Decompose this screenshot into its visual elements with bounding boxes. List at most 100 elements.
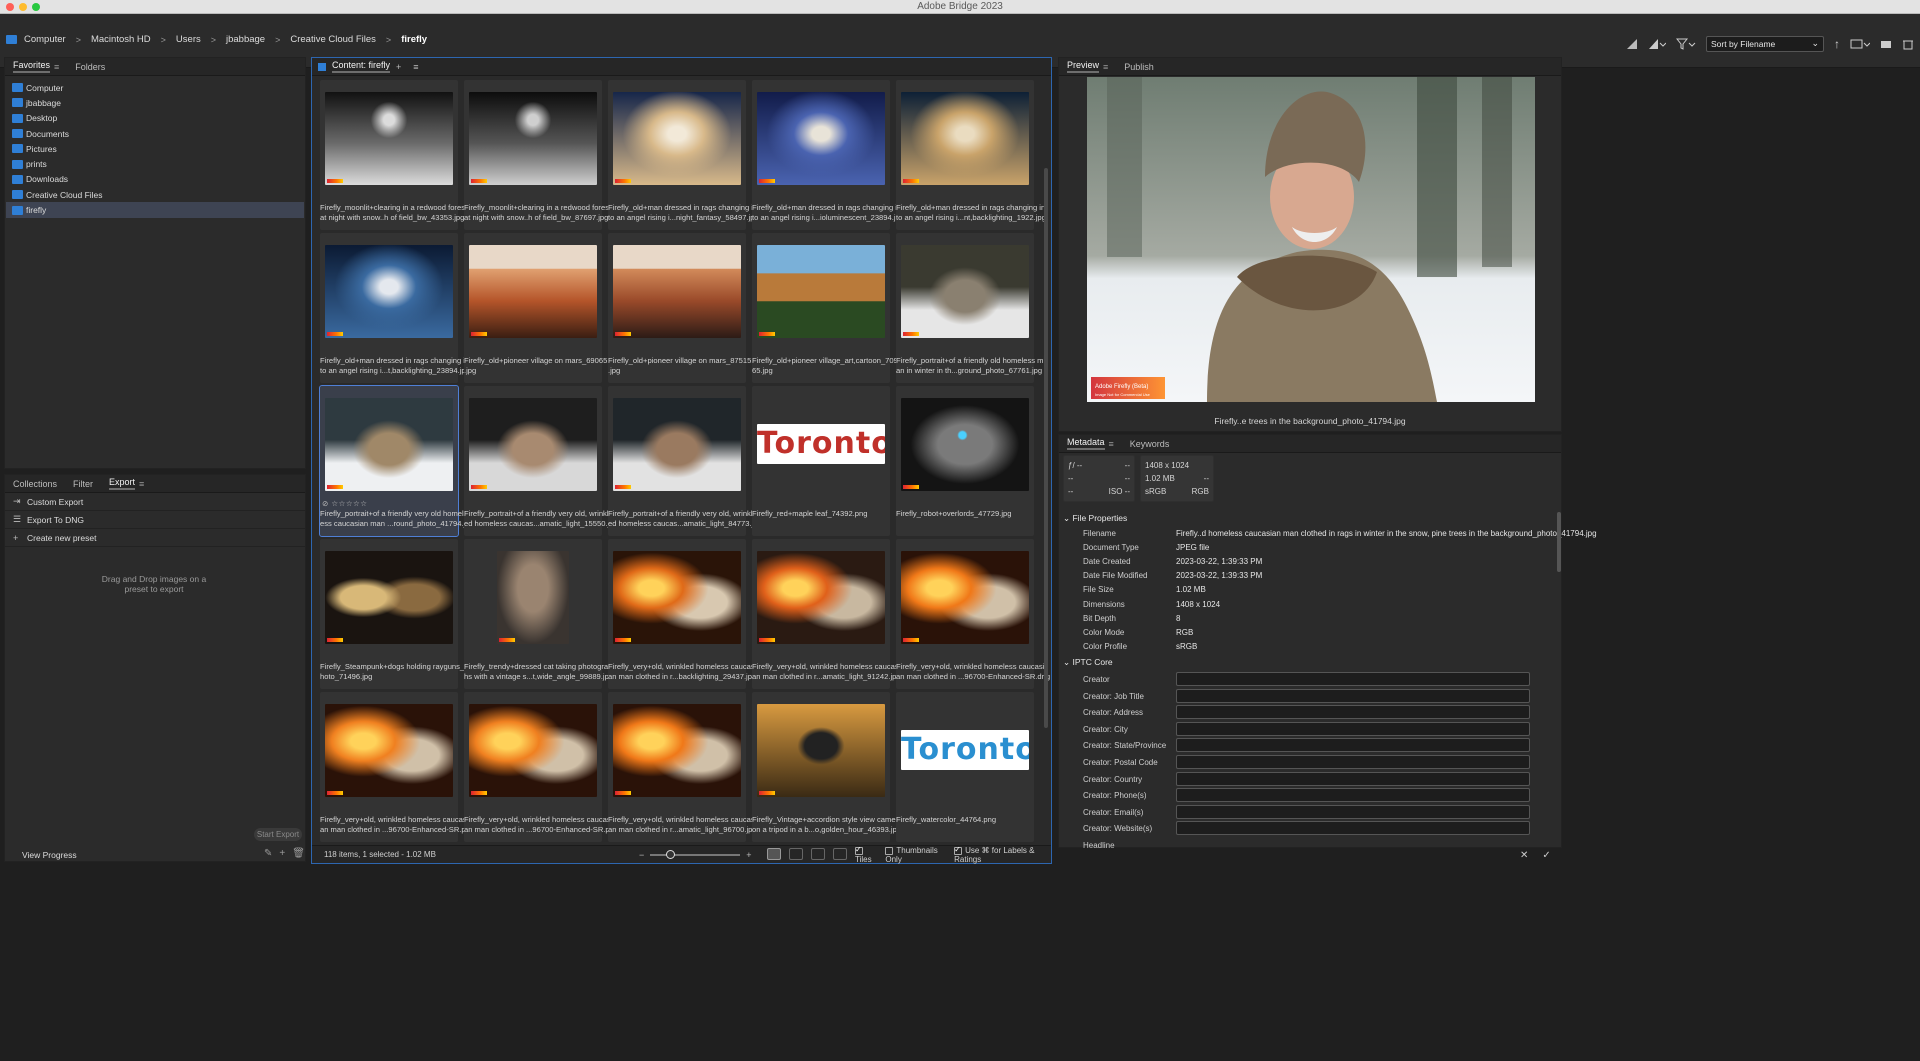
thumbnail-image[interactable] <box>325 92 453 185</box>
thumbnail-view-icon[interactable] <box>789 848 803 860</box>
breadcrumb-item[interactable]: Users <box>176 34 201 45</box>
favorite-item[interactable]: Creative Cloud Files <box>6 187 304 202</box>
favorite-item[interactable]: jbabbage <box>6 95 304 110</box>
thumbnail-cell[interactable]: Firefly_old+pioneer village on mars_6906… <box>464 233 607 383</box>
iptc-field-input[interactable] <box>1176 688 1530 703</box>
tab-content[interactable]: Content: firefly <box>332 60 391 73</box>
sort-ascending-icon[interactable]: ↑ <box>1834 37 1840 51</box>
thumbnails-only-checkbox[interactable]: Thumbnails Only <box>885 846 948 864</box>
content-scrollbar[interactable] <box>1044 168 1048 728</box>
preview-image[interactable]: Adobe Firefly (Beta) Image Not for Comme… <box>1087 77 1535 402</box>
iptc-field-input[interactable] <box>1176 705 1530 720</box>
thumbnail-image[interactable] <box>469 92 597 185</box>
thumbnail-cell[interactable]: Firefly_old+man dressed in rags changing… <box>752 80 904 230</box>
thumbnail-cell[interactable]: Firefly_very+old, wrinkled homeless cauc… <box>464 692 618 842</box>
thumbnail-image[interactable] <box>325 551 453 644</box>
thumbnail-cell[interactable]: Firefly_portrait+of a friendly very old,… <box>608 386 762 536</box>
breadcrumb-item[interactable]: Creative Cloud Files <box>290 34 376 45</box>
zoom-out-icon[interactable]: − <box>639 850 644 860</box>
iptc-field-input[interactable] <box>1176 788 1530 803</box>
thumbnail-cell[interactable]: Firefly_old+man dressed in rags changing… <box>896 80 1046 230</box>
thumbnail-image[interactable] <box>613 704 741 797</box>
iptc-field-input[interactable] <box>1176 821 1530 836</box>
favorite-item[interactable]: prints <box>6 156 304 171</box>
export-to-dng-preset[interactable]: ☰ Export To DNG <box>5 511 305 529</box>
thumbnail-cell[interactable]: Firefly_very+old, wrinkled homeless cauc… <box>896 539 1050 689</box>
thumbnail-image[interactable] <box>613 551 741 644</box>
thumbnail-image[interactable]: Toronto <box>901 730 1029 770</box>
iptc-core-section[interactable]: ⌄ IPTC Core <box>1063 657 1113 668</box>
thumbnail-cell[interactable]: Firefly_very+old, wrinkled homeless cauc… <box>608 539 756 689</box>
trash-icon[interactable]: 🗑 <box>292 848 305 859</box>
favorite-item-selected[interactable]: firefly <box>6 202 304 218</box>
thumbnail-image[interactable] <box>325 245 453 338</box>
thumbnail-cell[interactable]: Firefly_moonlit+clearing in a redwood fo… <box>320 80 467 230</box>
thumbnail-image[interactable] <box>613 245 741 338</box>
list-view-icon[interactable] <box>833 848 847 860</box>
thumbnail-cell-selected[interactable]: ⊘ ☆☆☆☆☆ Firefly_portrait+of a friendly ve… <box>319 385 474 537</box>
rating-filter-icon[interactable] <box>1648 38 1666 50</box>
start-export-button[interactable]: Start Export <box>254 828 302 841</box>
thumbnail-cell[interactable]: Firefly_portrait+of a friendly very old,… <box>464 386 618 536</box>
favorite-item[interactable]: Computer <box>6 80 304 95</box>
tab-export[interactable]: Export <box>109 477 136 490</box>
thumbnail-cell[interactable]: Firefly_robot+overlords_47729.jpg <box>896 386 1034 536</box>
new-folder-icon[interactable] <box>1880 38 1892 50</box>
panel-menu-icon[interactable]: ≡ <box>413 62 418 72</box>
thumbnail-image[interactable] <box>469 245 597 338</box>
thumbnail-cell[interactable]: Firefly_trendy+dressed cat taking photog… <box>464 539 613 689</box>
thumbnail-cell[interactable]: Toronto Firefly_watercolor_44764.png <box>896 692 1034 842</box>
file-properties-section[interactable]: ⌄ File Properties <box>1063 513 1127 524</box>
thumbnail-cell[interactable]: Firefly_old+man dressed in rags changing… <box>608 80 759 230</box>
tab-keywords[interactable]: Keywords <box>1130 439 1170 449</box>
favorite-item[interactable]: Pictures <box>6 141 304 156</box>
thumbnail-cell[interactable]: Firefly_old+man dressed in rags changing… <box>320 233 470 383</box>
tiles-checkbox[interactable]: Tiles <box>855 845 879 864</box>
tab-publish[interactable]: Publish <box>1124 62 1154 72</box>
panel-menu-icon[interactable]: ≡ <box>139 479 144 489</box>
iptc-field-input[interactable] <box>1176 721 1530 736</box>
thumbnail-image[interactable] <box>901 245 1029 338</box>
tab-preview[interactable]: Preview <box>1067 60 1100 73</box>
check-icon[interactable]: ✓ <box>1542 850 1550 861</box>
iptc-field-input[interactable] <box>1176 771 1530 786</box>
iptc-field-input[interactable] <box>1176 672 1530 686</box>
tab-metadata[interactable]: Metadata <box>1067 437 1105 450</box>
favorite-item[interactable]: Downloads <box>6 172 304 187</box>
add-tab-icon[interactable]: + <box>396 62 401 72</box>
view-progress-link[interactable]: View Progress <box>22 850 77 860</box>
thumbnail-cell[interactable]: Firefly_old+pioneer village_art,cartoon_… <box>752 233 898 383</box>
panel-menu-icon[interactable]: ≡ <box>1103 62 1108 72</box>
thumbnail-image[interactable] <box>613 92 741 185</box>
quality-icon[interactable] <box>1626 38 1638 50</box>
tab-folders[interactable]: Folders <box>75 62 105 72</box>
iptc-field-input[interactable] <box>1176 804 1530 819</box>
iptc-field-input[interactable] <box>1176 738 1530 753</box>
breadcrumb-item-current[interactable]: firefly <box>401 34 427 45</box>
thumbnail-image[interactable] <box>469 704 597 797</box>
star-rating-icon[interactable]: ⊘ ☆☆☆☆☆ <box>322 499 368 508</box>
filter-icon[interactable] <box>1676 38 1696 50</box>
thumbnail-image[interactable] <box>325 398 453 491</box>
thumbnail-image[interactable] <box>469 398 597 491</box>
thumbnail-image[interactable] <box>757 551 885 644</box>
open-recent-icon[interactable] <box>1850 38 1870 50</box>
thumbnail-image[interactable] <box>757 245 885 338</box>
thumbnail-image[interactable] <box>757 92 885 185</box>
iptc-field-input[interactable] <box>1176 755 1530 769</box>
tab-filter[interactable]: Filter <box>73 479 93 489</box>
thumbnail-image[interactable] <box>497 551 569 644</box>
thumbnail-image[interactable] <box>901 551 1029 644</box>
thumbnail-image[interactable]: Toronto <box>757 424 885 464</box>
breadcrumb-item[interactable]: Computer <box>24 34 66 45</box>
thumbnail-image[interactable] <box>901 398 1029 491</box>
pencil-icon[interactable]: ✎ <box>264 848 272 859</box>
breadcrumb-item[interactable]: Macintosh HD <box>91 34 151 45</box>
details-view-icon[interactable] <box>811 848 825 860</box>
breadcrumb-item[interactable]: jbabbage <box>226 34 265 45</box>
panel-menu-icon[interactable]: ≡ <box>54 62 59 72</box>
add-icon[interactable]: + <box>279 848 285 859</box>
create-new-preset[interactable]: + Create new preset <box>5 529 305 547</box>
zoom-slider[interactable] <box>650 850 741 859</box>
favorite-item[interactable]: Documents <box>6 126 304 141</box>
